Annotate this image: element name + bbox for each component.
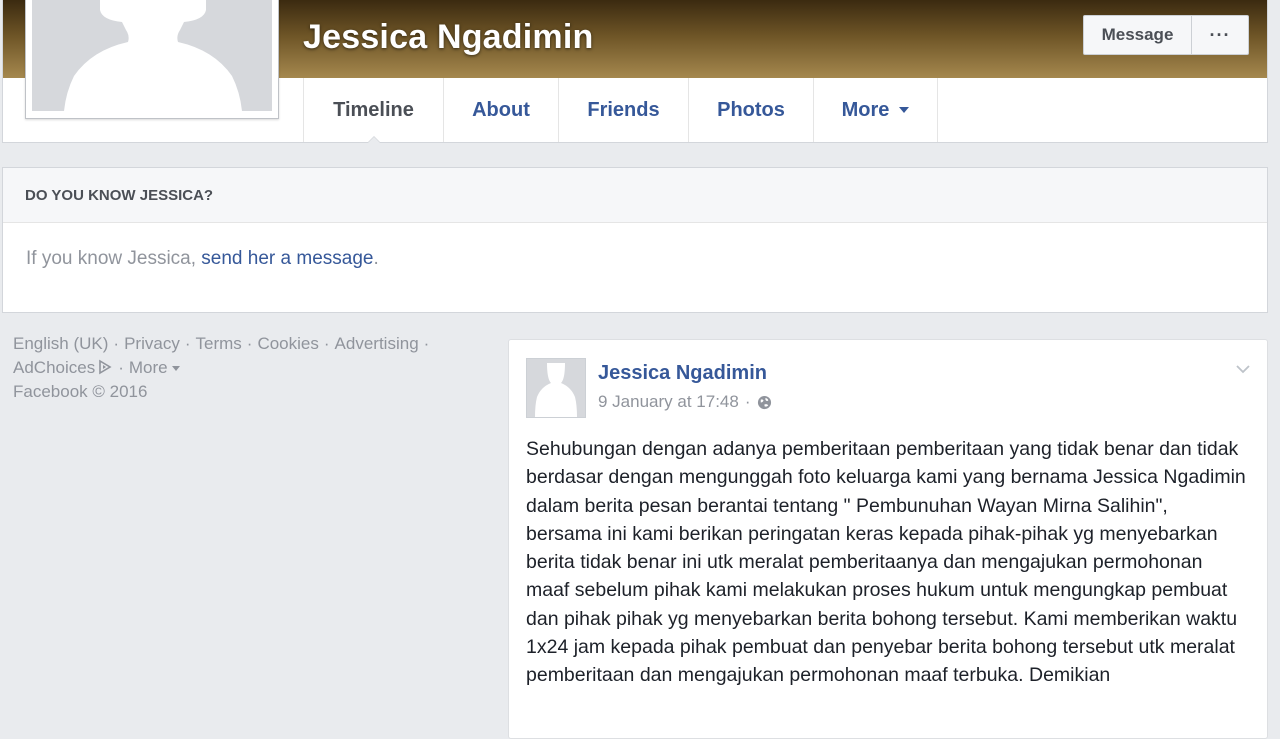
footer-separator: ·: [118, 358, 124, 377]
post-options-chevron-down-icon[interactable]: [1235, 362, 1251, 380]
post-meta: 9 January at 17:48 ·: [598, 392, 772, 412]
tab-label: Timeline: [333, 98, 414, 121]
chevron-down-icon: [171, 366, 180, 372]
chevron-down-icon: [899, 107, 910, 113]
default-avatar-icon: [527, 359, 585, 417]
footer-links: English (UK) · Privacy · Terms · Cookies · Adver…: [13, 332, 473, 404]
tab-label: Photos: [717, 98, 785, 121]
post-timestamp[interactable]: 9 January at 17:48: [598, 392, 739, 412]
active-tab-caret-icon: [366, 136, 381, 143]
tab-more[interactable]: More: [813, 78, 938, 142]
do-you-know-card: DO YOU KNOW JESSICA? If you know Jessica…: [2, 167, 1268, 313]
footer-link-cookies[interactable]: Cookies: [257, 334, 318, 353]
tab-label: Friends: [587, 98, 660, 121]
post-body-text: Sehubungan dengan adanya pemberitaan pem…: [526, 438, 1246, 687]
footer-separator: ·: [113, 334, 120, 353]
message-button[interactable]: Message: [1084, 16, 1192, 54]
profile-name[interactable]: Jessica Ngadimin: [303, 18, 593, 57]
tab-about[interactable]: About: [443, 78, 558, 142]
card-heading: DO YOU KNOW JESSICA?: [3, 168, 1267, 223]
tab-label: About: [472, 98, 530, 121]
post-author-avatar[interactable]: [526, 358, 586, 418]
footer-separator: ·: [323, 334, 330, 353]
default-avatar-icon: [32, 0, 272, 111]
footer-link-terms[interactable]: Terms: [196, 334, 242, 353]
tab-label: More: [841, 98, 890, 121]
footer-separator: ·: [246, 334, 253, 353]
card-body: If you know Jessica, send her a message.: [3, 223, 1267, 270]
footer-link-more[interactable]: More: [129, 358, 168, 377]
timeline-post: Jessica Ngadimin 9 January at 17:48 · Se…: [508, 339, 1268, 739]
footer-separator: ·: [423, 334, 430, 353]
post-author-name[interactable]: Jessica Ngadimin: [598, 362, 767, 385]
globe-icon[interactable]: [757, 395, 772, 410]
profile-header: Jessica Ngadimin Message ··· Timeline Ab…: [2, 0, 1268, 143]
footer-separator: ·: [184, 334, 191, 353]
footer-link-language[interactable]: English (UK): [13, 334, 108, 353]
footer-copyright: Facebook © 2016: [13, 382, 148, 401]
profile-actions: Message ···: [1083, 15, 1249, 55]
profile-picture[interactable]: [25, 0, 279, 119]
adchoices-icon: [99, 359, 112, 375]
tab-friends[interactable]: Friends: [558, 78, 688, 142]
footer-link-privacy[interactable]: Privacy: [124, 334, 180, 353]
card-body-suffix: .: [373, 248, 379, 269]
profile-tabs: Timeline About Friends Photos More: [303, 78, 938, 143]
tab-timeline[interactable]: Timeline: [303, 78, 443, 143]
card-body-text: If you know Jessica,: [26, 248, 202, 269]
meta-separator: ·: [744, 392, 751, 411]
send-message-link[interactable]: send her a message: [201, 248, 373, 269]
footer-link-adchoices[interactable]: AdChoices: [13, 358, 95, 377]
tab-photos[interactable]: Photos: [688, 78, 813, 142]
more-options-button[interactable]: ···: [1192, 16, 1248, 54]
footer-link-advertising[interactable]: Advertising: [335, 334, 419, 353]
